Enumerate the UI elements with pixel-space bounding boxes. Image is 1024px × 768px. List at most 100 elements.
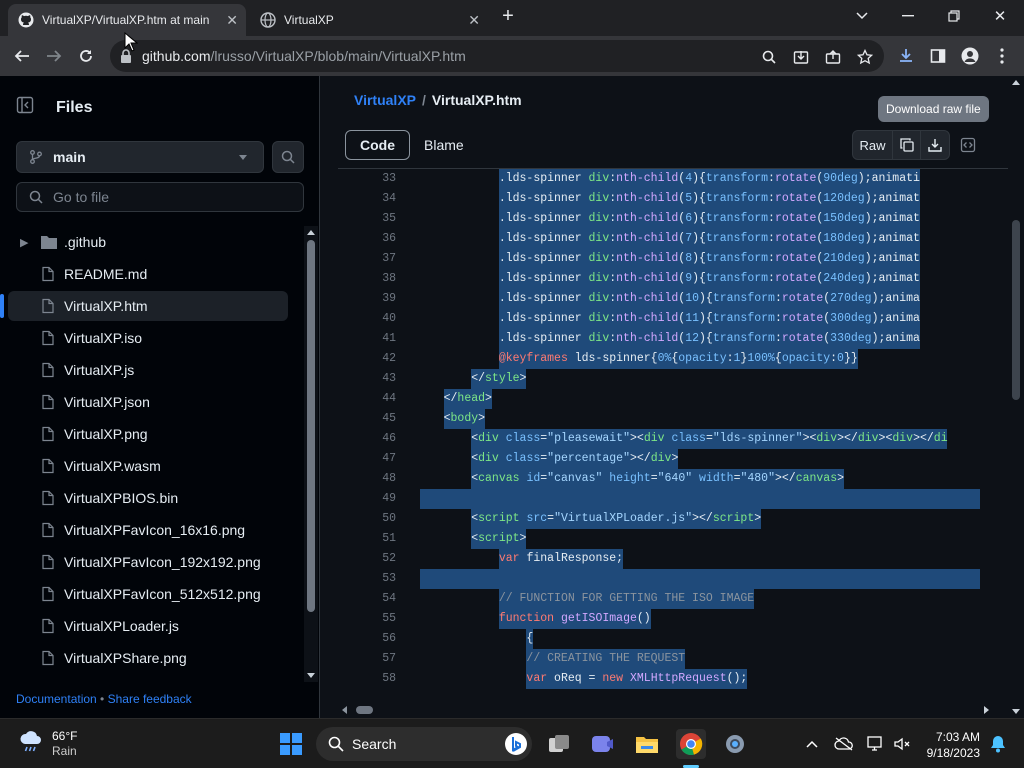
file-tree-item[interactable]: VirtualXPBIOS.bin [8,483,288,513]
code-line[interactable]: .lds-spinner div:nth-child(6){transform:… [416,209,920,229]
scrollbar-thumb[interactable] [307,240,315,612]
scroll-down-arrow-icon[interactable] [307,673,315,678]
code-line[interactable]: .lds-spinner div:nth-child(9){transform:… [416,269,920,289]
file-tree-item[interactable]: VirtualXPLoader.js [8,611,288,641]
tab-virtualxp[interactable]: VirtualXP ✕ [250,4,488,36]
taskbar-search[interactable]: Search [316,727,532,761]
file-tree-item[interactable]: VirtualXP.json [8,387,288,417]
code-line[interactable]: </head> [416,389,492,409]
page-scrollbar[interactable] [1008,76,1024,718]
go-to-file-input[interactable] [53,188,293,206]
code-line[interactable]: // CREATING THE REQUEST [416,649,685,669]
close-window-icon[interactable]: ✕ [990,6,1010,26]
file-tree-item[interactable]: VirtualXPFavIcon_512x512.png [8,579,288,609]
file-tree-folder[interactable]: ▶ .github [8,227,288,257]
scrollbar-thumb[interactable] [1012,220,1020,400]
line-number[interactable]: 46 [338,432,396,445]
search-files-button[interactable] [272,141,304,173]
task-view-icon[interactable] [544,729,574,759]
code-line[interactable]: .lds-spinner div:nth-child(11){transform… [416,309,920,329]
teams-chat-icon[interactable] [588,729,618,759]
chevron-right-icon[interactable]: ▶ [20,236,28,249]
line-number[interactable]: 41 [338,332,396,345]
raw-button[interactable]: Raw [853,131,893,159]
line-number[interactable]: 53 [338,572,396,585]
code-line[interactable]: .lds-spinner div:nth-child(8){transform:… [416,249,920,269]
code-line[interactable]: { [416,629,533,649]
bookmark-star-icon[interactable] [856,48,874,66]
line-number[interactable]: 48 [338,472,396,485]
restore-icon[interactable] [944,6,964,26]
line-number[interactable]: 51 [338,532,396,545]
code-horizontal-scrollbar[interactable] [338,703,993,717]
system-clock[interactable]: 7:03 AM 9/18/2023 [924,729,980,761]
scroll-up-arrow-icon[interactable] [307,230,315,235]
code-line[interactable]: var oReq = new XMLHttpRequest(); [416,669,747,689]
line-number[interactable]: 38 [338,272,396,285]
line-number[interactable]: 50 [338,512,396,525]
line-number[interactable]: 56 [338,632,396,645]
share-feedback-link[interactable]: Share feedback [108,692,192,706]
line-number[interactable]: 37 [338,252,396,265]
scrollbar-thumb[interactable] [356,706,373,714]
file-tree-item[interactable]: VirtualXP.png [8,419,288,449]
line-number[interactable]: 39 [338,292,396,305]
code-line[interactable]: .lds-spinner div:nth-child(12){transform… [416,329,920,349]
file-tree-item[interactable]: README.md [8,259,288,289]
line-number[interactable]: 45 [338,412,396,425]
line-number[interactable]: 57 [338,652,396,665]
code-line[interactable]: <canvas id="canvas" height="640" width="… [416,469,844,489]
file-tree-item[interactable]: VirtualXPFavIcon_192x192.png [8,547,288,577]
scroll-left-arrow-icon[interactable] [342,706,347,714]
new-tab-plus-icon[interactable]: + [498,5,518,27]
close-tab-icon[interactable]: ✕ [226,12,238,29]
line-number[interactable]: 54 [338,592,396,605]
sidebar-scrollbar[interactable] [304,226,318,682]
file-tree-item[interactable]: VirtualXPFavIcon_16x16.png [8,515,288,545]
breadcrumb-repo-link[interactable]: VirtualXP [354,92,416,108]
line-number[interactable]: 42 [338,352,396,365]
windows-start-icon[interactable] [276,729,306,759]
share-icon[interactable] [824,48,842,66]
minimize-icon[interactable] [898,6,918,26]
documentation-link[interactable]: Documentation [16,692,97,706]
line-number[interactable]: 33 [338,172,396,185]
code-line[interactable]: .lds-spinner div:nth-child(5){transform:… [416,189,920,209]
settings-gear-icon[interactable] [720,729,750,759]
code-line[interactable]: <script> [416,529,526,549]
file-tree-item[interactable]: VirtualXP.iso [8,323,288,353]
line-number[interactable]: 34 [338,192,396,205]
code-line[interactable]: .lds-spinner div:nth-child(4){transform:… [416,169,920,189]
code-line[interactable]: <div class="percentage"></div> [416,449,678,469]
tab-blame[interactable]: Blame [410,130,478,160]
line-number[interactable]: 55 [338,612,396,625]
side-panel-icon[interactable] [928,46,948,66]
line-number[interactable]: 36 [338,232,396,245]
download-raw-button[interactable] [921,131,949,159]
code-line[interactable]: @keyframes lds-spinner{0%{opacity:1}100%… [416,349,858,369]
back-arrow-icon[interactable] [10,44,34,68]
code-line[interactable]: .lds-spinner div:nth-child(10){transform… [416,289,920,309]
line-number[interactable]: 43 [338,372,396,385]
weather-widget[interactable]: 66°F Rain [18,729,77,759]
scroll-up-arrow-icon[interactable] [1012,80,1020,85]
branch-selector[interactable]: main [16,141,264,173]
file-tree-item[interactable]: VirtualXPShare.png [8,643,288,673]
cloud-offline-icon[interactable] [834,734,854,754]
code-line[interactable]: .lds-spinner div:nth-child(7){transform:… [416,229,920,249]
code-line[interactable]: <div class="pleasewait"><div class="lds-… [416,429,947,449]
code-line[interactable]: var finalResponse; [416,549,623,569]
code-line[interactable]: <body> [416,409,485,429]
line-number[interactable]: 40 [338,312,396,325]
forward-arrow-icon[interactable] [42,44,66,68]
code-line[interactable]: <script src="VirtualXPLoader.js"></scrip… [416,509,761,529]
chrome-app-icon[interactable] [676,729,706,759]
downloads-icon[interactable] [896,46,916,66]
profile-avatar-icon[interactable] [960,46,980,66]
volume-muted-icon[interactable] [892,734,912,754]
chrome-menu-icon[interactable] [992,46,1012,66]
address-bar[interactable]: github.com/lrusso/VirtualXP/blob/main/Vi… [110,40,884,72]
tab-code[interactable]: Code [345,130,410,160]
code-line[interactable]: </style> [416,369,526,389]
code-line[interactable]: function getISOImage() [416,609,651,629]
